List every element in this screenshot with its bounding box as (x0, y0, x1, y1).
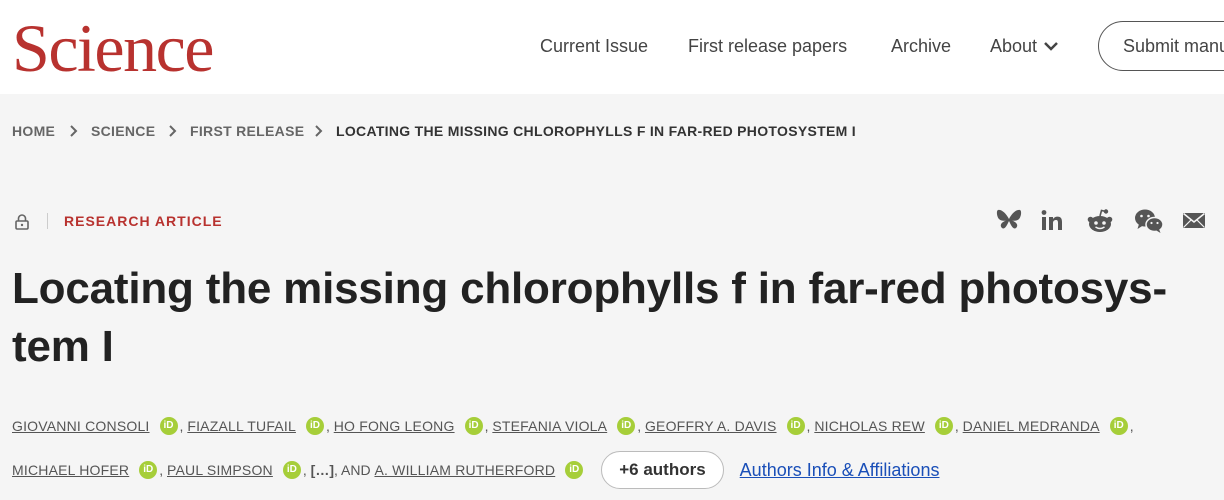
chevron-right-icon (315, 125, 323, 137)
chevron-down-icon (1044, 42, 1058, 51)
nav-about[interactable]: About (990, 35, 1059, 57)
author-ellipsis[interactable]: […] (311, 459, 334, 481)
orcid-icon[interactable]: iD (139, 461, 158, 479)
author-link[interactable]: HO FONG LEONG (334, 415, 455, 437)
author-link[interactable]: FIAZALL TUFAIL (187, 415, 296, 437)
article-title: Locating the missing chlorophylls f in f… (12, 260, 1222, 376)
article-title-line-1: Locating the missing chlorophylls f in f… (12, 264, 1167, 313)
author-link[interactable]: PAUL SIMPSON (167, 459, 273, 481)
lock-icon (15, 214, 29, 230)
email-icon[interactable] (1182, 208, 1206, 232)
submit-manuscript-button[interactable]: Submit manuscript (1098, 21, 1224, 71)
breadcrumb-first-release[interactable]: FIRST RELEASE (190, 123, 304, 139)
orcid-icon[interactable]: iD (282, 461, 301, 479)
author-link[interactable]: STEFANIA VIOLA (492, 415, 607, 437)
more-authors-button[interactable]: +6 authors (601, 451, 724, 489)
orcid-icon[interactable]: iD (464, 417, 483, 435)
orcid-icon[interactable]: iD (159, 417, 178, 435)
wechat-icon[interactable] (1134, 208, 1164, 234)
article-header: RESEARCH ARTICLE Locating the missing ch… (0, 184, 1224, 500)
author-link[interactable]: DANIEL MEDRANDA (963, 415, 1100, 437)
orcid-icon[interactable]: iD (305, 417, 324, 435)
nav-first-release[interactable]: First release papers (688, 35, 847, 57)
authors-info-link[interactable]: Authors Info & Affiliations (740, 459, 940, 481)
breadcrumb-current: LOCATING THE MISSING CHLOROPHYLLS F IN F… (336, 123, 856, 139)
author-line: GIOVANNI CONSOLI iD, FIAZALL TUFAIL iD, … (12, 415, 1134, 437)
author-line: MICHAEL HOFER iD, PAUL SIMPSON iD, […] ,… (12, 451, 939, 489)
article-type-label: RESEARCH ARTICLE (64, 213, 223, 229)
breadcrumb: HOME SCIENCE FIRST RELEASE LOCATING THE … (0, 94, 1224, 184)
nav-archive[interactable]: Archive (891, 35, 951, 57)
nav-current-issue[interactable]: Current Issue (540, 35, 648, 57)
linkedin-icon[interactable] (1040, 208, 1064, 232)
nav-about-label: About (990, 36, 1038, 56)
and-text: , AND (333, 462, 371, 478)
bluesky-icon[interactable] (996, 208, 1022, 232)
author-link[interactable]: A. WILLIAM RUTHERFORD (374, 459, 555, 481)
author-link[interactable]: NICHOLAS REW (814, 415, 925, 437)
breadcrumb-home[interactable]: HOME (12, 123, 55, 139)
author-link[interactable]: GIOVANNI CONSOLI (12, 415, 150, 437)
divider (47, 213, 48, 229)
orcid-icon[interactable]: iD (1109, 417, 1128, 435)
breadcrumb-science[interactable]: SCIENCE (91, 123, 155, 139)
reddit-icon[interactable] (1086, 208, 1114, 234)
orcid-icon[interactable]: iD (617, 417, 636, 435)
article-title-line-2: tem I (12, 322, 114, 371)
chevron-right-icon (169, 125, 177, 137)
orcid-icon[interactable]: iD (934, 417, 953, 435)
site-header: Science Current Issue First release pape… (0, 0, 1224, 94)
science-logo[interactable]: Science (12, 10, 214, 86)
author-link[interactable]: MICHAEL HOFER (12, 459, 129, 481)
orcid-icon[interactable]: iD (786, 417, 805, 435)
author-link[interactable]: GEOFFRY A. DAVIS (645, 415, 777, 437)
chevron-right-icon (70, 125, 78, 137)
orcid-icon[interactable]: iD (565, 461, 584, 479)
